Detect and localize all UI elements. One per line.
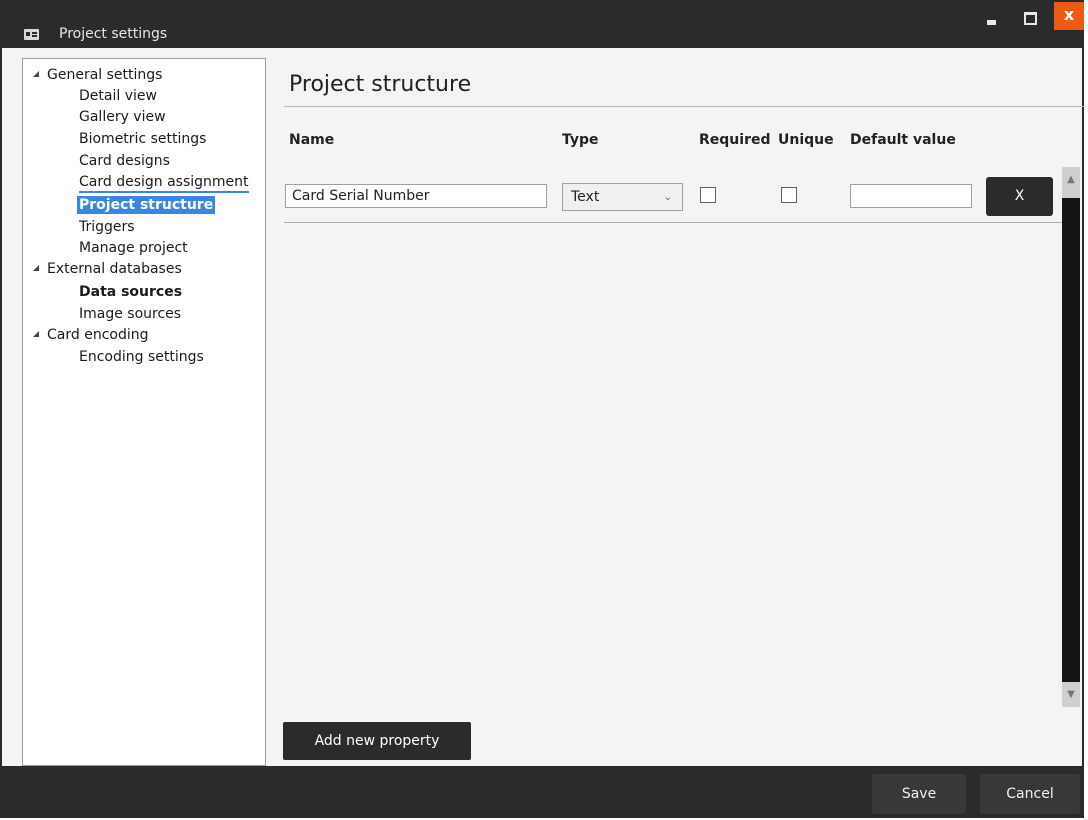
tree-group-label: General settings (47, 67, 163, 83)
tree-item-card-design-assignment[interactable]: Card design assignment (79, 173, 249, 193)
add-new-property-button[interactable]: Add new property (283, 722, 471, 760)
scroll-down-icon[interactable]: ▼ (1062, 684, 1080, 706)
tree-item-manage-project[interactable]: Manage project (79, 239, 188, 257)
type-select-value: Text (571, 189, 600, 205)
column-header-type: Type (562, 132, 599, 148)
cancel-button[interactable]: Cancel (980, 774, 1080, 814)
scroll-up-icon[interactable]: ▲ (1062, 169, 1080, 191)
tree-group-label: Card encoding (47, 327, 149, 343)
window-title: Project settings (59, 26, 168, 42)
title-bar[interactable]: Project settings x (2, 2, 1084, 48)
tree-item-encoding-settings[interactable]: Encoding settings (79, 348, 204, 366)
tree-group-label: External databases (47, 261, 182, 277)
expand-triangle-icon[interactable] (33, 71, 39, 77)
minimize-button[interactable] (976, 6, 1010, 34)
column-header-required: Required (699, 132, 771, 148)
tree-item-triggers[interactable]: Triggers (79, 218, 135, 236)
tree-item-gallery-view[interactable]: Gallery view (79, 108, 166, 126)
settings-tree: General settings Detail view Gallery vie… (22, 58, 266, 766)
delete-property-button[interactable]: X (986, 177, 1053, 216)
expand-triangle-icon[interactable] (33, 331, 39, 337)
title-divider (284, 106, 1084, 107)
unique-checkbox[interactable] (781, 187, 797, 203)
tree-item-project-structure[interactable]: Project structure (77, 196, 216, 214)
chevron-down-icon: ⌄ (663, 192, 672, 203)
tree-item-card-designs[interactable]: Card designs (79, 152, 170, 170)
footer-bar: Save Cancel (2, 766, 1082, 818)
scrollbar-thumb[interactable] (1062, 198, 1080, 682)
expand-triangle-icon[interactable] (33, 265, 39, 271)
column-header-default-value: Default value (850, 132, 956, 148)
maximize-button[interactable] (1013, 6, 1047, 34)
page-title: Project structure (289, 72, 472, 97)
tree-item-image-sources[interactable]: Image sources (79, 305, 181, 323)
column-header-unique: Unique (778, 132, 834, 148)
close-button[interactable]: x (1054, 2, 1084, 30)
property-name-input[interactable] (285, 184, 547, 208)
save-button[interactable]: Save (872, 774, 966, 814)
property-type-select[interactable]: Text ⌄ (562, 183, 683, 211)
tree-item-data-sources[interactable]: Data sources (79, 283, 182, 301)
close-icon: x (1063, 5, 1075, 24)
tree-group-general-settings[interactable]: General settings (33, 66, 162, 84)
required-checkbox[interactable] (700, 187, 716, 203)
project-settings-window: Project settings x General settings Deta… (0, 0, 1084, 818)
tree-group-card-encoding[interactable]: Card encoding (33, 326, 149, 344)
column-header-name: Name (289, 132, 335, 148)
id-card-icon (24, 29, 39, 40)
tree-item-biometric-settings[interactable]: Biometric settings (79, 130, 206, 148)
default-value-input[interactable] (850, 184, 972, 208)
tree-group-external-databases[interactable]: External databases (33, 260, 182, 278)
row-divider (284, 222, 1062, 223)
tree-item-detail-view[interactable]: Detail view (79, 87, 157, 105)
